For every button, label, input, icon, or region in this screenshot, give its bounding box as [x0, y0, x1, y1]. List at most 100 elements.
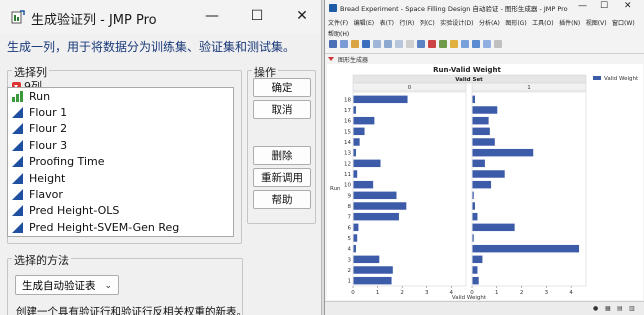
status-bar: ● ▦ ▤ ▥ [325, 301, 644, 315]
bar [353, 95, 408, 104]
menu-item[interactable]: 编辑(E) [354, 18, 374, 30]
close-button[interactable]: ✕ [287, 8, 317, 24]
bar [353, 138, 360, 146]
graph-maximize-button[interactable]: ☐ [600, 1, 608, 11]
legend-label: Valid Weight [604, 76, 639, 82]
graph-window-titlebar: Bread Experiment - Space Filling Design … [325, 0, 644, 17]
x-tick-label: 2 [520, 290, 524, 296]
graph-minimize-button[interactable]: — [578, 1, 587, 11]
column-item[interactable]: Pred Height-SVEM-Gen Reg [8, 219, 233, 235]
save-icon[interactable] [362, 40, 370, 48]
bar [353, 212, 399, 221]
bar [472, 212, 478, 221]
zoom-icon[interactable] [494, 40, 502, 48]
new-icon[interactable] [340, 40, 348, 48]
column-item[interactable]: Proofing Time [8, 154, 233, 170]
bar [353, 159, 381, 168]
column-item[interactable]: Pred Height-OLS [8, 203, 233, 219]
y-tick-label: 1 [348, 279, 352, 285]
menu-item[interactable]: 列(C) [420, 18, 435, 30]
layout-icon[interactable]: ▥ [629, 305, 635, 312]
menu-item[interactable]: 实验设计(D) [440, 18, 473, 30]
bar [472, 95, 475, 104]
continuous-triangle-icon [12, 189, 23, 201]
info-icon[interactable]: ● [593, 305, 598, 312]
remove-button[interactable]: 删除 [253, 146, 311, 165]
column-item[interactable]: Flavor [8, 186, 233, 202]
graph-window-title: Bread Experiment - Space Filling Design … [340, 5, 568, 13]
paste-icon[interactable] [395, 40, 403, 48]
bar [353, 276, 392, 285]
y-tick-label: 5 [348, 236, 352, 242]
y-tick-label: 6 [348, 225, 352, 231]
graph-icon[interactable] [428, 40, 436, 48]
select-icon[interactable] [461, 40, 469, 48]
bar [472, 266, 478, 274]
menu-item[interactable]: 视图(V) [586, 18, 607, 30]
menu-item[interactable]: 插件(N) [559, 18, 580, 30]
search-icon[interactable] [406, 40, 414, 48]
continuous-triangle-icon [12, 139, 23, 151]
help-button[interactable]: 帮助 [253, 190, 311, 209]
table-icon[interactable] [417, 40, 425, 48]
graph-builder-label: 图形生成器 [338, 56, 369, 64]
menu-item[interactable]: 窗口(W) [612, 18, 635, 30]
ordinal-bar-icon [12, 90, 23, 102]
copy-icon[interactable] [384, 40, 392, 48]
chevron-down-icon: ⌄ [104, 281, 112, 291]
x-tick-label: 3 [425, 290, 429, 296]
bar [472, 170, 505, 178]
grid-view-icon[interactable]: ▦ [605, 305, 611, 312]
column-item[interactable]: Flour 3 [8, 137, 233, 153]
cut-icon[interactable] [373, 40, 381, 48]
menu-item[interactable]: 图形(G) [505, 18, 526, 30]
open-icon[interactable] [329, 40, 337, 48]
run-icon[interactable] [450, 40, 458, 48]
y-tick-label: 17 [344, 108, 351, 114]
cancel-button[interactable]: 取消 [253, 100, 311, 119]
column-item[interactable]: Flour 1 [8, 104, 233, 120]
continuous-triangle-icon [12, 123, 23, 135]
y-axis-title: Run [330, 186, 341, 192]
menu-help[interactable]: 帮助(H) [328, 29, 349, 38]
table-view-icon[interactable]: ▤ [617, 305, 623, 312]
bar [353, 223, 359, 232]
menu-item[interactable]: 行(R) [399, 18, 414, 30]
method-select[interactable]: 生成自动验证表 ⌄ [15, 275, 119, 295]
column-item[interactable]: Flour 2 [8, 121, 233, 137]
dialog-title: 生成验证列 - JMP Pro [31, 13, 157, 28]
x-tick-label: 1 [376, 290, 380, 296]
red-triangle-menu-icon[interactable] [328, 57, 334, 61]
chart-title: Run-Valid Weight [433, 66, 501, 74]
x-tick-label: 3 [545, 290, 549, 296]
actions-group: 操作 确定 取消 删除 重新调用 帮助 [247, 64, 316, 224]
graph-builder-header[interactable]: 图形生成器 [325, 53, 644, 64]
column-list[interactable]: Run Flour 1 Flour 2 Flour 3 Proofing Time Hei… [7, 87, 234, 237]
graph-close-button[interactable]: ✕ [624, 1, 632, 11]
brush-icon[interactable] [472, 40, 480, 48]
column-item[interactable]: Run [8, 88, 233, 104]
column-item[interactable]: Height [8, 170, 233, 186]
menu-item[interactable]: 表(T) [380, 18, 394, 30]
y-tick-label: 10 [344, 183, 351, 189]
bar [472, 180, 492, 189]
continuous-triangle-icon [12, 221, 23, 233]
menu-item[interactable]: 工具(O) [532, 18, 553, 30]
lasso-icon[interactable] [483, 40, 491, 48]
column-name: Flour 1 [29, 106, 68, 120]
ok-button[interactable]: 确定 [253, 78, 311, 97]
column-name: Run [29, 89, 51, 103]
continuous-triangle-icon [12, 205, 23, 217]
recall-button[interactable]: 重新调用 [253, 168, 311, 187]
toolbar [325, 38, 644, 50]
minimize-button[interactable]: — [197, 8, 227, 24]
bar [472, 234, 474, 242]
bar [353, 255, 380, 264]
script-icon[interactable] [439, 40, 447, 48]
column-name: Proofing Time [29, 155, 105, 169]
menu-item[interactable]: 分析(A) [479, 18, 500, 30]
maximize-button[interactable]: ☐ [242, 8, 272, 24]
folder-icon[interactable] [351, 40, 359, 48]
bar [353, 234, 358, 242]
column-name: Flour 3 [29, 138, 68, 152]
